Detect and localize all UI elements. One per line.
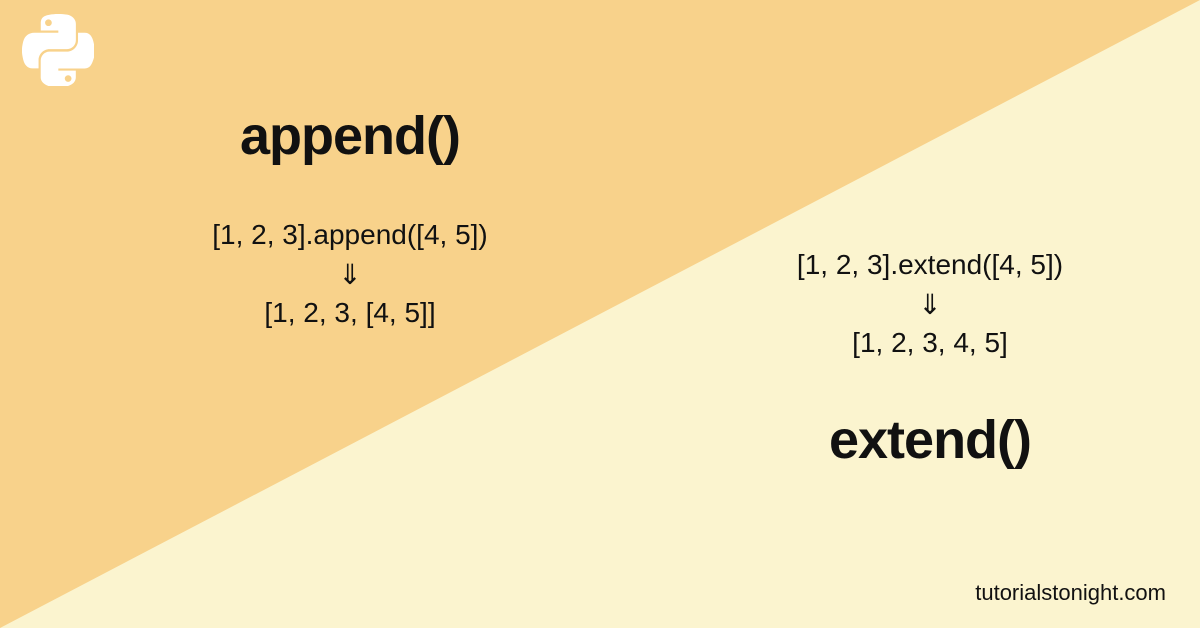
attribution-text: tutorialstonight.com: [975, 580, 1166, 606]
down-arrow-icon: ⇓: [130, 256, 570, 294]
append-input-code: [1, 2, 3].append([4, 5]): [130, 215, 570, 256]
append-title: append(): [130, 105, 570, 167]
append-section: append() [1, 2, 3].append([4, 5]) ⇓ [1, …: [130, 105, 570, 334]
extend-input-code: [1, 2, 3].extend([4, 5]): [720, 245, 1140, 286]
python-logo-icon: [22, 14, 94, 86]
down-arrow-icon: ⇓: [720, 286, 1140, 324]
extend-section: [1, 2, 3].extend([4, 5]) ⇓ [1, 2, 3, 4, …: [720, 245, 1140, 471]
extend-title: extend(): [720, 409, 1140, 471]
append-output-code: [1, 2, 3, [4, 5]]: [130, 293, 570, 334]
extend-output-code: [1, 2, 3, 4, 5]: [720, 323, 1140, 364]
